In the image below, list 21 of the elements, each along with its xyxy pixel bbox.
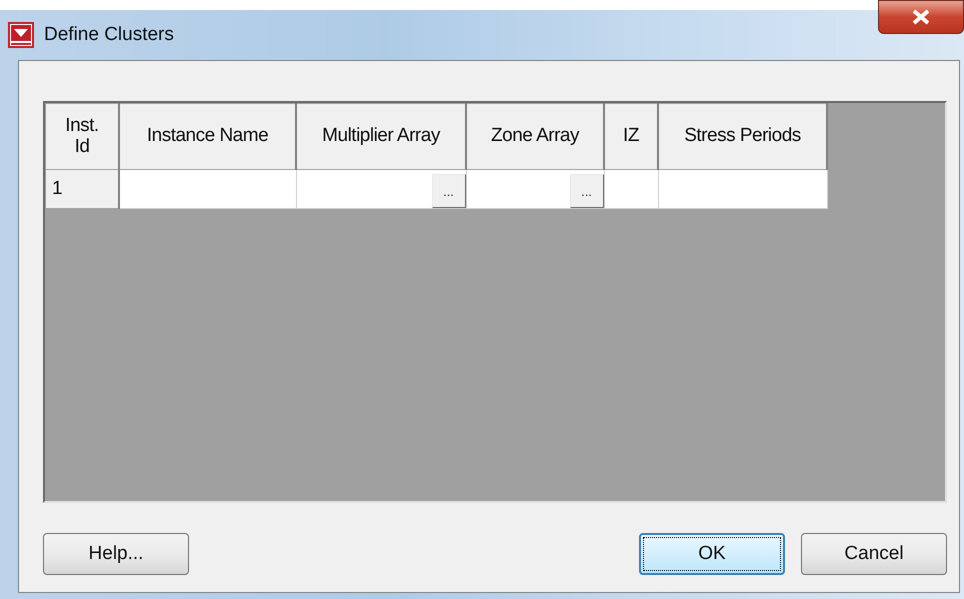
close-icon [912,9,930,25]
column-header[interactable]: IZ [604,104,658,170]
cancel-button[interactable]: Cancel [801,533,947,575]
window-title: Define Clusters [44,24,174,46]
table-cell[interactable]: ... [296,170,466,208]
close-button[interactable] [878,0,964,34]
browse-button[interactable]: ... [570,174,604,208]
column-header[interactable]: Instance Name [119,104,296,170]
help-button[interactable]: Help... [43,533,189,575]
column-header[interactable]: Zone Array [466,104,604,170]
ok-button[interactable]: OK [639,533,785,575]
row-header: 1 [46,170,119,208]
table-cell[interactable]: ... [466,170,604,208]
column-header[interactable]: Multiplier Array [296,104,466,170]
table-cell[interactable] [658,170,827,208]
browse-button[interactable]: ... [432,174,466,208]
table-cell[interactable] [604,170,658,208]
table-cell[interactable] [119,170,296,208]
column-header[interactable]: Inst. Id [46,104,119,170]
app-icon [8,22,34,48]
column-header[interactable]: Stress Periods [658,104,827,170]
